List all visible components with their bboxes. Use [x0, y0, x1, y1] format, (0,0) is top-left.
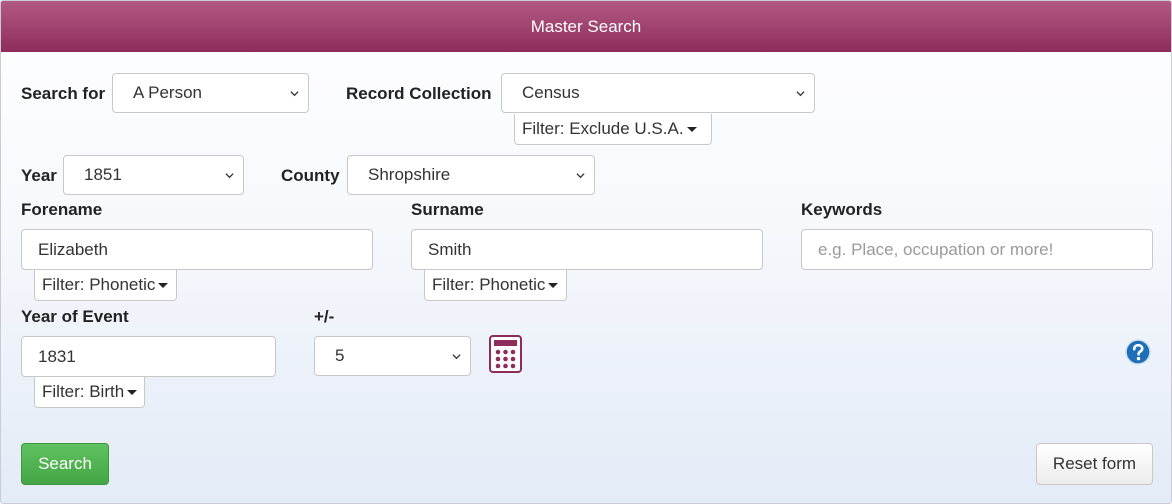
- surname-filter-dropdown[interactable]: Filter: Phonetic: [424, 270, 567, 301]
- county-value: Shropshire: [368, 165, 451, 184]
- keywords-input[interactable]: e.g. Place, occupation or more!: [801, 229, 1153, 270]
- keywords-label: Keywords: [801, 200, 883, 219]
- record-collection-filter-label: Filter: Exclude U.S.A.: [522, 119, 684, 138]
- surname-input[interactable]: Smith: [411, 229, 763, 270]
- forename-filter-dropdown[interactable]: Filter: Phonetic: [34, 270, 177, 301]
- range-label: +/-: [314, 307, 335, 326]
- year-value: 1851: [84, 165, 122, 184]
- caret-down-icon: [686, 127, 697, 133]
- search-button[interactable]: Search: [21, 443, 109, 485]
- caret-down-icon: [158, 283, 169, 289]
- search-for-value: A Person: [133, 83, 202, 102]
- year-of-event-filter-dropdown[interactable]: Filter: Birth: [34, 377, 145, 408]
- forename-label: Forename: [21, 200, 103, 219]
- record-collection-select[interactable]: Census: [501, 73, 815, 113]
- chevron-down-icon: [452, 354, 461, 360]
- caret-down-icon: [127, 390, 138, 396]
- record-collection-filter-dropdown[interactable]: Filter: Exclude U.S.A.: [514, 114, 712, 145]
- year-of-event-filter-label: Filter: Birth: [42, 382, 125, 401]
- forename-filter-label: Filter: Phonetic: [42, 275, 156, 294]
- range-select[interactable]: 5: [314, 336, 471, 376]
- panel-header: Master Search: [1, 1, 1171, 52]
- surname-label: Surname: [411, 200, 484, 219]
- range-value: 5: [335, 346, 345, 365]
- chevron-down-icon: [796, 91, 805, 97]
- year-of-event-label: Year of Event: [21, 307, 129, 326]
- forename-input[interactable]: Elizabeth: [21, 229, 373, 270]
- chevron-down-icon: [225, 173, 234, 179]
- master-search-panel: Master Search Search for A Person Record…: [0, 0, 1172, 504]
- search-for-label: Search for: [21, 84, 106, 103]
- record-collection-label: Record Collection: [346, 84, 492, 103]
- reset-form-button[interactable]: Reset form: [1036, 443, 1153, 485]
- county-select[interactable]: Shropshire: [347, 155, 595, 195]
- chevron-down-icon: [576, 173, 585, 179]
- help-icon[interactable]: [1125, 339, 1151, 365]
- surname-filter-label: Filter: Phonetic: [432, 275, 546, 294]
- caret-down-icon: [548, 283, 559, 289]
- county-label: County: [281, 166, 340, 185]
- year-select[interactable]: 1851: [63, 155, 244, 195]
- search-for-select[interactable]: A Person: [112, 73, 309, 113]
- year-of-event-input[interactable]: 1831: [21, 336, 276, 377]
- year-label: Year: [21, 166, 57, 185]
- chevron-down-icon: [290, 91, 299, 97]
- record-collection-value: Census: [522, 83, 580, 102]
- calculator-icon[interactable]: [489, 335, 522, 373]
